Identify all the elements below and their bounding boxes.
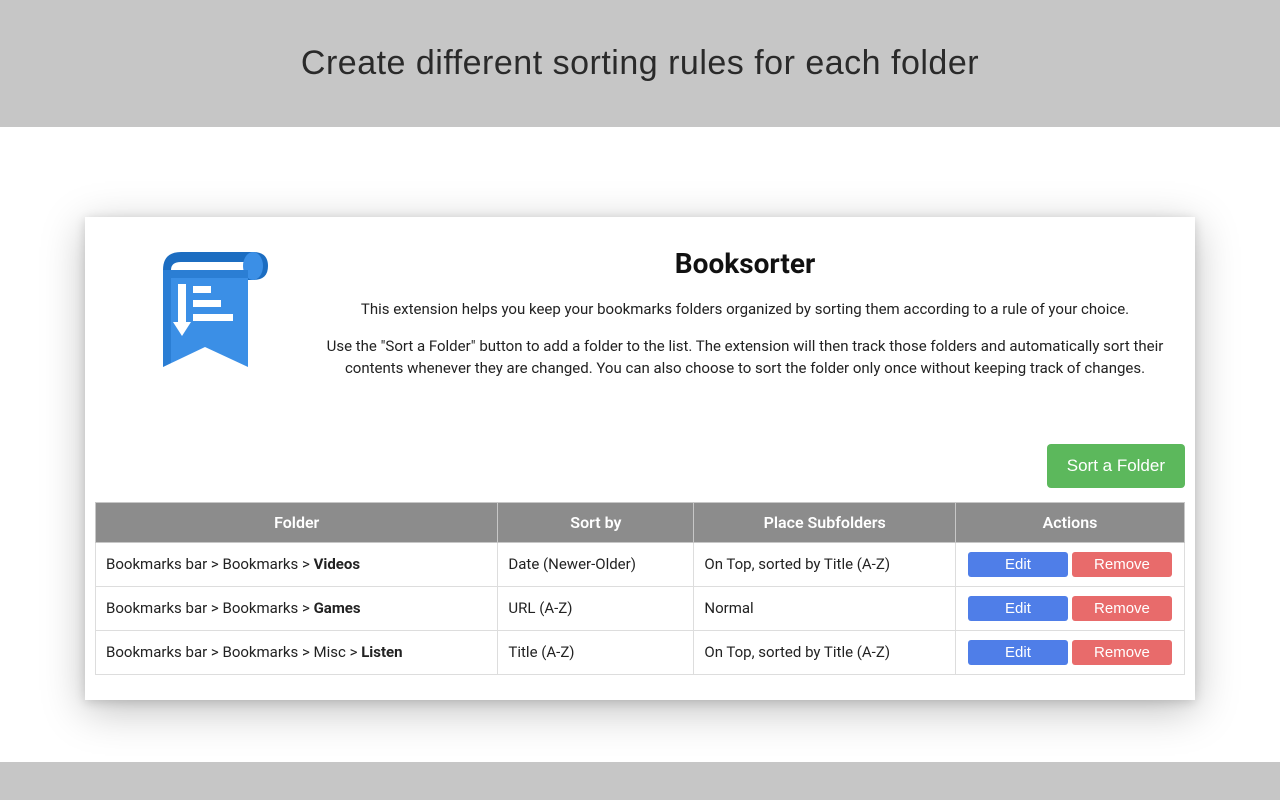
- card-header: Booksorter This extension helps you keep…: [95, 247, 1185, 394]
- folder-cell: Bookmarks bar > Bookmarks > Games: [96, 586, 498, 630]
- header-actions: Actions: [955, 502, 1184, 542]
- header-sort-by: Sort by: [498, 502, 694, 542]
- table-row: Bookmarks bar > Bookmarks > Misc > Liste…: [96, 630, 1185, 674]
- edit-button[interactable]: Edit: [968, 552, 1068, 577]
- app-description-2: Use the "Sort a Folder" button to add a …: [325, 335, 1165, 380]
- table-row: Bookmarks bar > Bookmarks > VideosDate (…: [96, 542, 1185, 586]
- subfolders-cell: On Top, sorted by Title (A-Z): [694, 630, 956, 674]
- folder-cell: Bookmarks bar > Bookmarks > Videos: [96, 542, 498, 586]
- subfolders-cell: Normal: [694, 586, 956, 630]
- booksorter-icon: [153, 252, 268, 377]
- remove-button[interactable]: Remove: [1072, 640, 1172, 665]
- sort-folder-button[interactable]: Sort a Folder: [1047, 444, 1185, 488]
- sort-by-cell: URL (A-Z): [498, 586, 694, 630]
- sort-by-cell: Date (Newer-Older): [498, 542, 694, 586]
- top-banner: Create different sorting rules for each …: [0, 0, 1280, 127]
- header-text: Booksorter This extension helps you keep…: [325, 247, 1185, 394]
- header-folder: Folder: [96, 502, 498, 542]
- folder-cell: Bookmarks bar > Bookmarks > Misc > Liste…: [96, 630, 498, 674]
- folder-path: Bookmarks bar > Bookmarks >: [106, 599, 314, 617]
- folder-path: Bookmarks bar > Bookmarks > Misc >: [106, 643, 361, 661]
- folder-leaf: Listen: [361, 643, 402, 661]
- content-area: Booksorter This extension helps you keep…: [0, 127, 1280, 700]
- remove-button[interactable]: Remove: [1072, 596, 1172, 621]
- header-subfolders: Place Subfolders: [694, 502, 956, 542]
- edit-button[interactable]: Edit: [968, 640, 1068, 665]
- remove-button[interactable]: Remove: [1072, 552, 1172, 577]
- subfolders-cell: On Top, sorted by Title (A-Z): [694, 542, 956, 586]
- folder-path: Bookmarks bar > Bookmarks >: [106, 555, 314, 573]
- folder-leaf: Games: [314, 599, 361, 617]
- bottom-banner: [0, 762, 1280, 800]
- app-description-1: This extension helps you keep your bookm…: [325, 298, 1165, 321]
- edit-button[interactable]: Edit: [968, 596, 1068, 621]
- banner-headline: Create different sorting rules for each …: [301, 44, 979, 83]
- table-row: Bookmarks bar > Bookmarks > GamesURL (A-…: [96, 586, 1185, 630]
- sort-by-cell: Title (A-Z): [498, 630, 694, 674]
- main-card: Booksorter This extension helps you keep…: [85, 217, 1195, 700]
- app-logo: [95, 247, 325, 377]
- app-title: Booksorter: [325, 247, 1165, 280]
- sort-button-row: Sort a Folder: [95, 444, 1185, 488]
- actions-cell: EditRemove: [955, 586, 1184, 630]
- actions-cell: EditRemove: [955, 542, 1184, 586]
- folder-leaf: Videos: [314, 555, 361, 573]
- rules-table: Folder Sort by Place Subfolders Actions …: [95, 502, 1185, 675]
- actions-cell: EditRemove: [955, 630, 1184, 674]
